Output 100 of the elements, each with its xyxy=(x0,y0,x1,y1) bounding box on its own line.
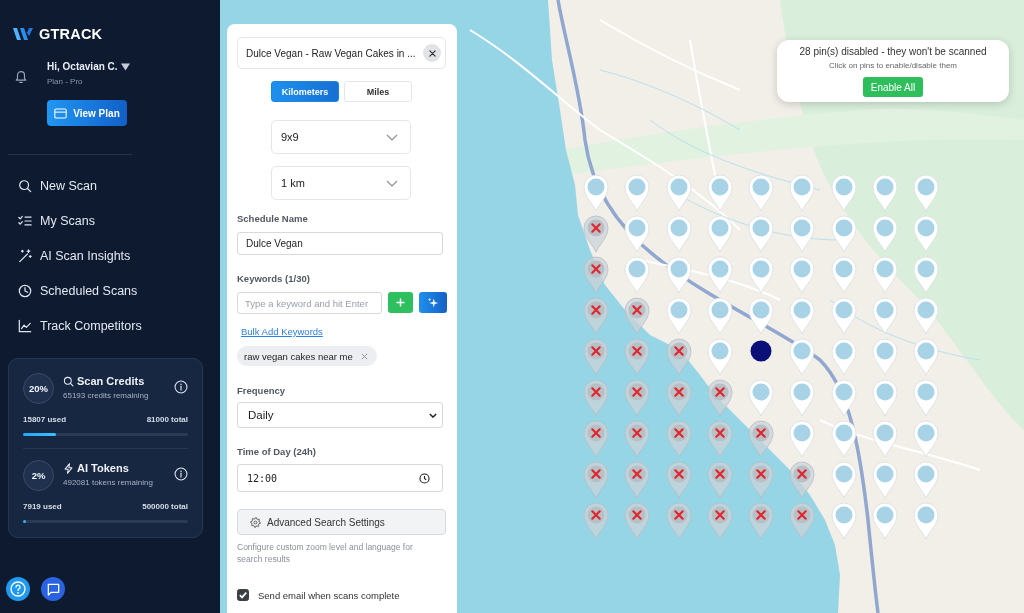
time-input[interactable]: 12:00 xyxy=(237,464,443,492)
map-pin-icon[interactable] xyxy=(830,420,857,458)
map-pin-icon[interactable] xyxy=(748,215,774,253)
usage-title: AI Tokens xyxy=(77,461,129,475)
location-field[interactable]: Dulce Vegan - Raw Vegan Cakes in ... xyxy=(237,37,446,69)
map-pin-icon[interactable] xyxy=(913,338,939,376)
email-label[interactable]: Send email when scans complete xyxy=(258,589,400,601)
used-count: 15807 used xyxy=(23,415,67,425)
bulk-add-link[interactable]: Bulk Add Keywords xyxy=(241,326,323,338)
map-pin-icon[interactable] xyxy=(706,174,733,212)
map-pin-icon[interactable] xyxy=(583,174,609,212)
search-icon xyxy=(18,178,32,193)
nav-item[interactable]: New Scan xyxy=(18,168,97,203)
map-pin-icon[interactable] xyxy=(830,297,857,335)
popup-title: 28 pin(s) disabled - they won't be scanned xyxy=(799,46,987,58)
map-pin-icon[interactable] xyxy=(706,297,733,335)
map-pin-icon[interactable] xyxy=(830,338,857,376)
map-pin-icon[interactable] xyxy=(624,174,651,212)
map-pin-icon[interactable] xyxy=(789,297,816,335)
nav-item[interactable]: Scheduled Scans xyxy=(18,273,138,308)
map-pin-icon[interactable] xyxy=(789,379,816,417)
popup-hint: Click on pins to enable/disable them xyxy=(828,61,958,71)
frequency-select[interactable]: Daily xyxy=(237,402,443,428)
map-pin-icon[interactable] xyxy=(624,215,651,253)
map-pin-icon[interactable] xyxy=(871,420,898,458)
radius-select[interactable]: 1 km xyxy=(271,166,411,200)
map-pin-icon[interactable] xyxy=(789,215,816,253)
percent-circle: 20% xyxy=(23,373,54,404)
map-pin-icon[interactable] xyxy=(789,256,816,294)
map-pin-icon[interactable] xyxy=(871,256,898,294)
bell-icon[interactable] xyxy=(14,69,28,84)
plus-icon xyxy=(396,298,405,307)
remove-icon[interactable] xyxy=(360,352,368,360)
plan-label: Plan - Pro xyxy=(47,77,83,87)
map-pin-icon[interactable] xyxy=(665,174,692,212)
info-icon[interactable] xyxy=(174,467,188,481)
map-pin-icon[interactable] xyxy=(830,461,857,499)
caret-icon[interactable] xyxy=(120,62,130,71)
field-label: Frequency xyxy=(237,385,286,397)
chat-icon xyxy=(45,581,61,597)
search-icon xyxy=(63,375,74,387)
map-pin-icon[interactable] xyxy=(871,174,898,212)
clear-button[interactable] xyxy=(423,44,441,62)
map-pin-icon[interactable] xyxy=(665,215,692,253)
unit-tab[interactable]: Miles xyxy=(344,81,412,102)
nav-item[interactable]: Track Competitors xyxy=(18,308,142,343)
map-pin-icon[interactable] xyxy=(871,338,898,376)
ai-suggest-button[interactable] xyxy=(419,292,447,313)
field-label: Schedule Name xyxy=(237,213,308,225)
nav-item[interactable]: My Scans xyxy=(18,203,95,238)
info-icon[interactable] xyxy=(174,380,188,394)
add-keyword-button[interactable] xyxy=(388,292,413,313)
keyword-input[interactable]: Type a keyword and hit Enter xyxy=(237,292,382,314)
map-pin-icon[interactable] xyxy=(913,215,939,253)
map-pin-icon[interactable] xyxy=(830,215,857,253)
map-pin-icon[interactable] xyxy=(789,174,816,212)
map-pin-icon[interactable] xyxy=(706,256,733,294)
help-icon xyxy=(10,581,26,597)
map-pin-icon[interactable] xyxy=(913,379,939,417)
view-plan-button[interactable]: View Plan xyxy=(47,100,127,126)
map-pin-icon[interactable] xyxy=(748,256,774,294)
map-pin-icon[interactable] xyxy=(871,502,898,540)
chat-button[interactable] xyxy=(41,577,65,601)
clock-icon[interactable] xyxy=(419,472,430,484)
chevron-down-icon xyxy=(386,179,398,187)
map-pin-icon[interactable] xyxy=(665,256,692,294)
map-pin-icon[interactable] xyxy=(913,461,939,499)
map-pin-icon[interactable] xyxy=(748,297,774,335)
map-pin-icon[interactable] xyxy=(871,215,898,253)
settings-icon xyxy=(250,516,261,528)
unit-tab[interactable]: Kilometers xyxy=(271,81,339,102)
map-pin-icon[interactable] xyxy=(706,215,733,253)
remaining-text: 65193 credits remaining xyxy=(63,391,150,401)
sparkle-icon xyxy=(427,296,439,309)
nav-item[interactable]: AI Scan Insights xyxy=(18,238,131,273)
total-count: 500000 total xyxy=(142,502,188,512)
map-pin-icon[interactable] xyxy=(830,379,857,417)
map-pin-icon[interactable] xyxy=(871,461,898,499)
map-pin-icon[interactable] xyxy=(748,174,774,212)
user-greeting[interactable]: Hi, Octavian C. xyxy=(47,60,118,73)
map-pin-icon[interactable] xyxy=(913,174,939,212)
email-checkbox[interactable] xyxy=(237,589,249,601)
map-pin-icon[interactable] xyxy=(789,338,816,376)
map-pin-icon[interactable] xyxy=(913,502,939,540)
map-pin-icon[interactable] xyxy=(913,420,939,458)
grid-size-select[interactable]: 9x9 xyxy=(271,120,411,154)
map-pin-icon[interactable] xyxy=(913,297,939,335)
line-chart-icon xyxy=(18,318,32,333)
advanced-settings-button[interactable]: Advanced Search Settings xyxy=(237,509,446,535)
keyword-text: raw vegan cakes near me xyxy=(244,350,353,362)
card-icon xyxy=(54,107,68,119)
clock-icon xyxy=(18,283,32,298)
map-pin-icon[interactable] xyxy=(830,256,857,294)
map-pin-icon[interactable] xyxy=(871,297,898,335)
schedule-name-input[interactable]: Dulce Vegan xyxy=(237,232,443,255)
map-pin-icon[interactable] xyxy=(830,502,857,540)
map-pin-icon[interactable] xyxy=(871,379,898,417)
map-pin-icon[interactable] xyxy=(830,174,857,212)
map-pin-icon[interactable] xyxy=(913,256,939,294)
help-button[interactable] xyxy=(6,577,30,601)
